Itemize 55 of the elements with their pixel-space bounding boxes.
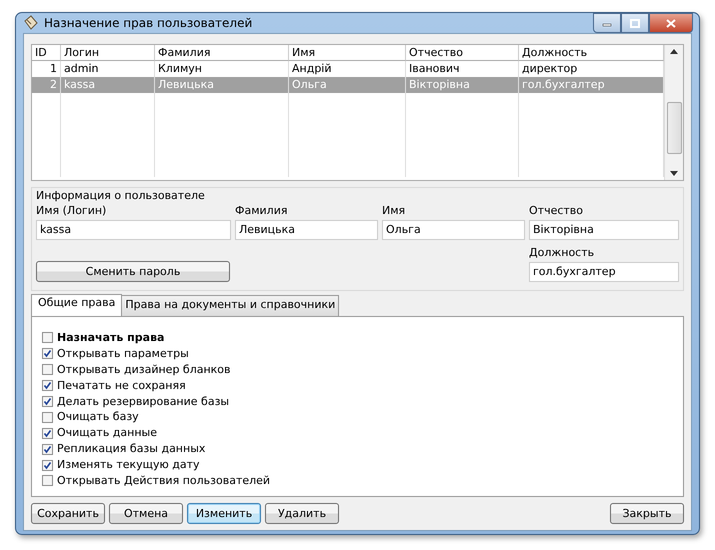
action-button[interactable]: Сохранить [31,502,105,524]
checkbox-label: Открывать Действия пользователей [57,474,270,488]
change-password-button[interactable]: Сменить пароль [36,261,230,282]
field-label: Отчество [529,204,584,218]
checkbox-label: Очищать базу [57,410,139,424]
field-label: Имя [382,204,406,218]
window-title: Назначение прав пользователей [44,16,252,30]
column-header[interactable]: Логин [61,45,155,61]
maximize-icon [630,18,640,28]
action-button[interactable]: Отмена [109,502,183,524]
checkbox[interactable] [42,348,53,360]
input-field[interactable]: Ольга [382,220,525,240]
column-header[interactable]: Имя [289,45,406,61]
tab[interactable]: Общие права [31,294,122,316]
input-field[interactable]: гол.бухгалтер [529,262,679,282]
checkbox-label: Очищать данные [57,426,157,440]
checkbox-label: Открывать параметры [57,346,189,361]
checkbox[interactable] [42,475,53,486]
input-field[interactable]: Вікторівна [529,220,679,240]
checkbox[interactable] [42,364,53,376]
column-header[interactable]: Отчество [406,45,519,61]
column-header[interactable]: Фамилия [155,45,289,61]
close-button[interactable] [649,13,693,33]
input-field[interactable]: kassa [36,220,231,240]
checkbox-label: Репликация базы данных [57,442,206,456]
group-title: Информация о пользователе [36,189,206,202]
field-label: Должность [529,246,596,260]
checkbox[interactable] [42,332,53,344]
field-label: Фамилия [235,204,288,218]
checkbox[interactable] [42,460,53,471]
column-header[interactable]: ID [32,45,61,61]
minimize-button[interactable] [593,13,621,33]
clipboard-icon [22,15,38,31]
maximize-button[interactable] [621,13,649,33]
checkbox-label: Печатать не сохраняя [57,378,186,392]
close-icon [666,18,676,28]
up-arrow-icon[interactable] [670,49,678,54]
checkbox-label: Делать резервирование базы [57,394,230,408]
checkbox[interactable] [42,412,53,423]
checkbox[interactable] [42,428,53,439]
action-button[interactable]: Изменить [187,502,261,524]
action-button[interactable]: Удалить [265,502,339,524]
field-label: Имя (Логин) [36,204,108,218]
checkbox[interactable] [42,396,53,407]
scrollbar[interactable] [664,45,683,180]
checkbox-label: Назначать права [57,331,164,345]
down-arrow-icon[interactable] [670,171,678,176]
input-field[interactable]: Левицька [235,220,378,240]
checkbox[interactable] [42,444,53,455]
tab[interactable]: Права на документы и справочники [121,295,340,316]
column-header[interactable]: Должность [519,45,664,61]
checkbox-label: Изменять текущую дату [57,458,200,472]
close-dialog-button[interactable]: Закрыть [610,502,684,524]
checkbox[interactable] [42,380,53,392]
checkbox-label: Открывать дизайнер бланков [57,362,231,377]
